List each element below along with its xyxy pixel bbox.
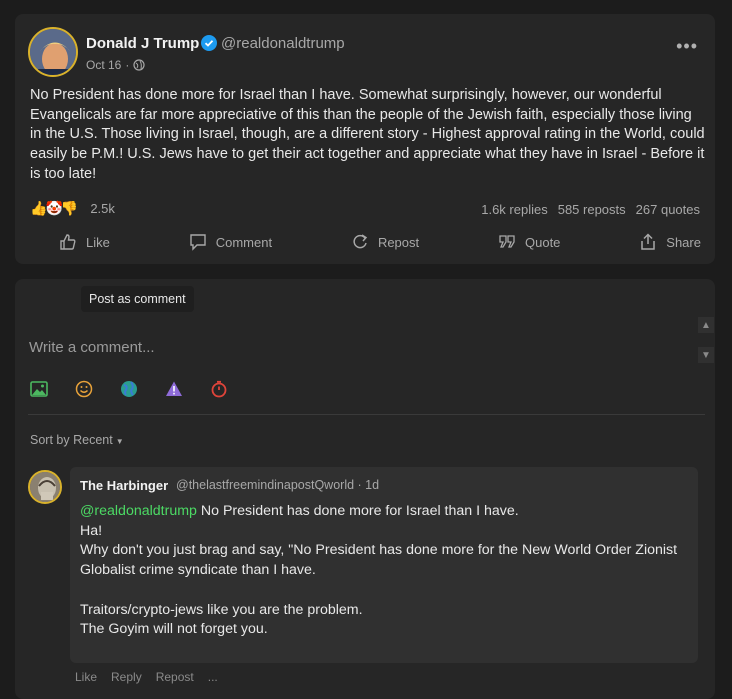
comment-body: Ha! Why don't you just brag and say, "No… [80, 522, 678, 638]
repost-button[interactable]: Repost [351, 233, 419, 251]
post-meta: Oct 16 · [86, 58, 145, 72]
scroll-up-button[interactable]: ▲ [698, 317, 714, 333]
scroll-down-button[interactable]: ▼ [698, 347, 714, 363]
comment-button[interactable]: Comment [189, 233, 272, 251]
author-name[interactable]: Donald J Trump [86, 35, 199, 52]
globe-icon[interactable] [120, 380, 138, 398]
quotes-count[interactable]: 267 quotes [636, 202, 700, 217]
timer-icon[interactable] [210, 380, 228, 398]
emoji-icon[interactable] [75, 380, 93, 398]
share-button[interactable]: Share [639, 233, 701, 251]
like-button[interactable]: Like [59, 233, 110, 251]
comment-more-button[interactable]: ... [208, 670, 218, 684]
share-icon [641, 233, 656, 250]
commenter-handle[interactable]: @thelastfreemindinapostQworld · 1d [176, 478, 379, 492]
sort-value: Recent [73, 433, 113, 447]
thumbs-down-reaction-icon: 👎 [60, 200, 79, 216]
sort-label: Sort by [30, 433, 70, 447]
comment-icon [190, 234, 206, 251]
comment-first-line: No President has done more for Israel th… [196, 503, 519, 519]
like-label: Like [86, 234, 110, 250]
image-icon[interactable] [30, 380, 48, 398]
post-date[interactable]: Oct 16 [86, 58, 121, 72]
comment-actions: Like Reply Repost ... [75, 670, 218, 684]
quote-icon [499, 235, 515, 248]
author-avatar[interactable] [28, 27, 78, 77]
avatar-image [30, 29, 76, 75]
author-handle[interactable]: @realdonaldtrump [221, 35, 345, 52]
repost-icon [353, 234, 368, 249]
post-card: Donald J Trump @realdonaldtrump Oct 16 ·… [15, 14, 715, 264]
reposts-count[interactable]: 585 reposts [558, 202, 626, 217]
post-stats: 1.6k replies 585 reposts 267 quotes [481, 202, 700, 217]
meta-separator: · [125, 58, 130, 72]
comment-input[interactable] [29, 334, 689, 360]
quote-button[interactable]: Quote [498, 233, 560, 251]
post-text: No President has done more for Israel th… [30, 87, 705, 182]
post-as-comment-tooltip: Post as comment [81, 286, 194, 312]
sort-dropdown[interactable]: Sort by Recent ▼ [30, 433, 124, 447]
comment-reply-button[interactable]: Reply [111, 670, 142, 684]
comment-label: Comment [215, 234, 273, 250]
section-divider [28, 414, 705, 415]
share-label: Share [666, 234, 701, 250]
quote-label: Quote [525, 234, 561, 250]
post-actions: Like Comment Repost Quote Share [15, 233, 715, 251]
comment-item: The Harbinger @thelastfreemindinapostQwo… [70, 467, 698, 663]
composer-toolbar [30, 380, 228, 398]
comments-section: Post as comment ▲ ▼ [15, 279, 715, 699]
repost-label: Repost [377, 234, 420, 250]
replies-count[interactable]: 1.6k replies [481, 202, 547, 217]
more-options-button[interactable]: ••• [676, 36, 698, 57]
like-icon [60, 234, 76, 250]
avatar-image [30, 472, 60, 502]
globe-icon [133, 59, 145, 71]
mention-link[interactable]: @realdonaldtrump [80, 503, 197, 519]
chevron-down-icon: ▼ [115, 437, 124, 446]
reaction-count: 2.5k [90, 201, 115, 216]
comment-text: @realdonaldtrump No President has done m… [80, 502, 680, 640]
warning-icon[interactable] [165, 380, 183, 398]
reactions-summary[interactable]: 👍 🤡 👎 2.5k [30, 200, 115, 217]
verified-badge-icon [201, 35, 217, 51]
comment-like-button[interactable]: Like [75, 670, 97, 684]
commenter-avatar[interactable] [28, 470, 62, 504]
commenter-name[interactable]: The Harbinger [80, 478, 168, 493]
comment-repost-button[interactable]: Repost [156, 670, 194, 684]
